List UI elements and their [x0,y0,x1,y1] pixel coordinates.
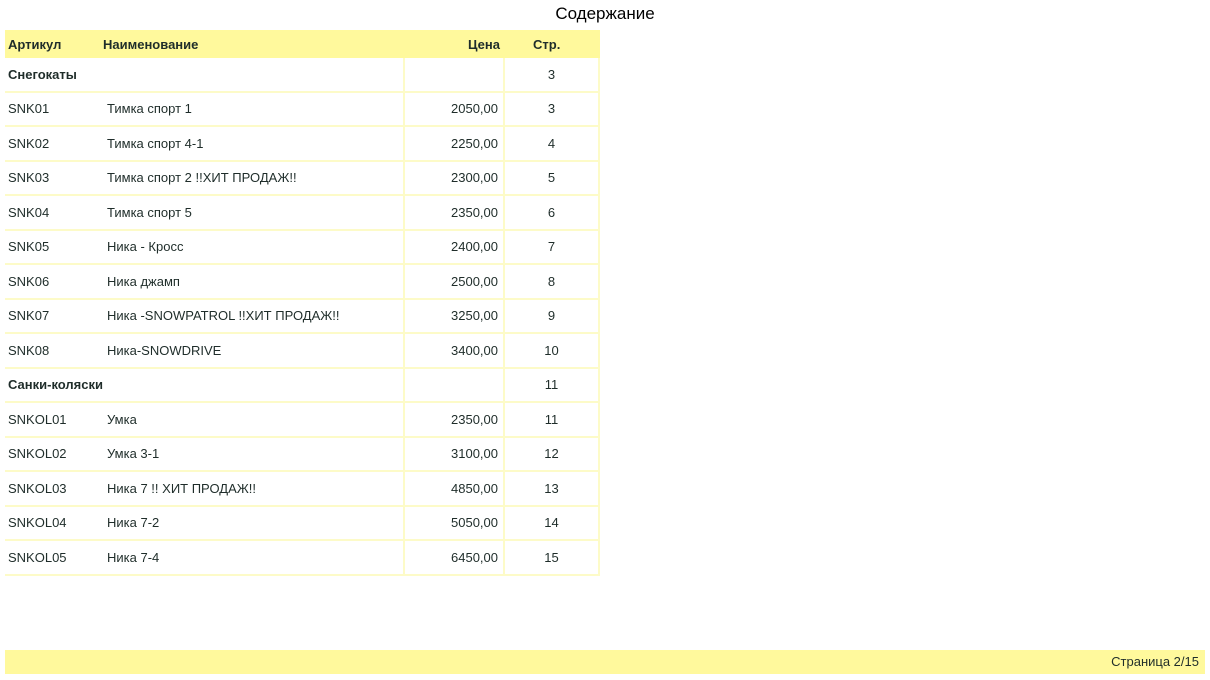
table-row[interactable]: SNKOL04 Ника 7-2 5050,00 14 [5,506,600,541]
page-cell: 9 [505,299,600,334]
page-cell: 4 [505,127,600,162]
page-cell: 6 [505,196,600,231]
price-cell: 2500,00 [405,265,505,300]
article-cell: SNK01 [5,93,103,127]
article-cell: SNKOL05 [5,541,103,576]
article-cell: SNK07 [5,300,103,334]
table-row[interactable]: SNK06 Ника джамп 2500,00 8 [5,265,600,300]
group-label: Снегокаты [5,58,405,93]
page-cell: 7 [505,230,600,265]
group-row[interactable]: Санки-коляски 11 [5,368,600,403]
name-cell: Умка [103,403,405,438]
name-cell: Ника 7-4 [103,541,405,576]
page-cell: 12 [505,437,600,472]
price-cell: 2400,00 [405,230,505,265]
page-cell: 11 [505,403,600,438]
article-cell: SNK03 [5,162,103,196]
name-cell: Тимка спорт 1 [103,92,405,127]
table-row[interactable]: SNK05 Ника - Кросс 2400,00 7 [5,230,600,265]
article-cell: SNKOL01 [5,403,103,438]
price-cell: 3250,00 [405,299,505,334]
table-body: Снегокаты 3 SNK01 Тимка спорт 1 2050,00 3 SNK0… [5,58,600,576]
table-row[interactable]: SNK04 Тимка спорт 5 2350,00 6 [5,196,600,231]
group-page-number: 11 [505,368,600,403]
table-row[interactable]: SNK02 Тимка спорт 4-1 2250,00 4 [5,127,600,162]
page-title: Содержание [555,4,655,23]
article-cell: SNK05 [5,231,103,265]
article-cell: SNKOL03 [5,472,103,507]
price-cell: 2250,00 [405,127,505,162]
page-cell: 14 [505,506,600,541]
footer-bar: Страница 2/15 [5,650,1205,674]
article-cell: SNK02 [5,127,103,162]
footer-page-number: Страница 2/15 [1111,654,1199,669]
table-row[interactable]: SNKOL01 Умка 2350,00 11 [5,403,600,438]
page-cell: 13 [505,472,600,507]
price-cell: 3400,00 [405,334,505,369]
table-row[interactable]: SNK08 Ника-SNOWDRIVE 3400,00 10 [5,334,600,369]
price-cell: 5050,00 [405,506,505,541]
name-cell: Умка 3-1 [103,437,405,472]
page-cell: 10 [505,334,600,369]
article-cell: SNK04 [5,196,103,231]
price-cell: 2050,00 [405,92,505,127]
name-cell: Тимка спорт 2 !!ХИТ ПРОДАЖ!! [103,161,405,196]
price-cell: 3100,00 [405,437,505,472]
article-cell: SNK06 [5,265,103,300]
page-cell: 5 [505,161,600,196]
name-cell: Тимка спорт 4-1 [103,127,405,162]
table-row[interactable]: SNK03 Тимка спорт 2 !!ХИТ ПРОДАЖ!! 2300,00… [5,161,600,196]
table-row[interactable]: SNKOL05 Ника 7-4 6450,00 15 [5,541,600,576]
page-cell: 8 [505,265,600,300]
price-cell: 2350,00 [405,403,505,438]
table-row[interactable]: SNKOL02 Умка 3-1 3100,00 12 [5,437,600,472]
name-cell: Ника джамп [103,265,405,300]
price-cell: 2350,00 [405,196,505,231]
group-row[interactable]: Снегокаты 3 [5,58,600,93]
column-header-name: Наименование [103,36,199,52]
price-cell: 6450,00 [405,541,505,576]
name-cell: Ника - Кросс [103,230,405,265]
name-cell: Ника-SNOWDRIVE [103,334,405,369]
article-cell: SNKOL04 [5,507,103,541]
article-cell: SNKOL02 [5,438,103,472]
group-page-number: 3 [505,58,600,93]
toc-table: Артикул Наименование Цена Стр. Снегокаты… [5,30,600,576]
price-cell: 4850,00 [405,472,505,507]
group-price-empty [405,58,505,93]
price-cell: 2300,00 [405,161,505,196]
column-header-page: Стр. [533,36,561,52]
page-cell: 15 [505,541,600,576]
column-header-article: Артикул [8,36,62,52]
table-row[interactable]: SNKOL03 Ника 7 !! ХИТ ПРОДАЖ!! 4850,00 13 [5,472,600,507]
column-header-price: Цена [468,36,500,52]
page-cell: 3 [505,92,600,127]
group-price-empty [405,368,505,403]
table-row[interactable]: SNK01 Тимка спорт 1 2050,00 3 [5,92,600,127]
table-row[interactable]: SNK07 Ника -SNOWPATROL !!ХИТ ПРОДАЖ!! 3250… [5,299,600,334]
name-cell: Ника -SNOWPATROL !!ХИТ ПРОДАЖ!! [103,299,405,334]
name-cell: Тимка спорт 5 [103,196,405,231]
name-cell: Ника 7-2 [103,506,405,541]
group-label: Санки-коляски [5,368,405,403]
table-header: Артикул Наименование Цена Стр. [5,30,600,58]
name-cell: Ника 7 !! ХИТ ПРОДАЖ!! [103,472,405,507]
article-cell: SNK08 [5,334,103,369]
